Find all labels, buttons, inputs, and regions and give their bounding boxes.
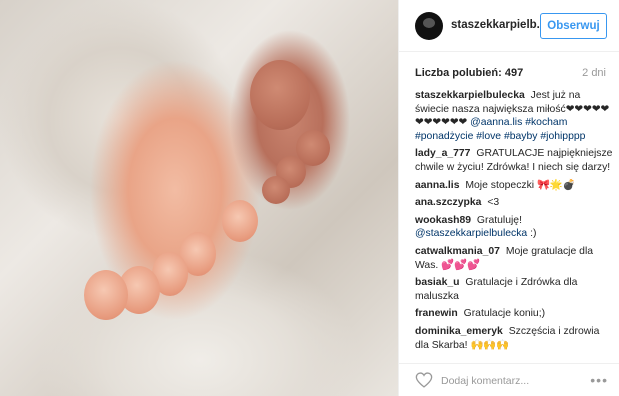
comment-user[interactable]: staszekkarpielbulecka bbox=[415, 90, 525, 101]
comment-text: Moje stopeczki 🎀🌟💣 bbox=[465, 179, 576, 191]
comment-user[interactable]: dominika_emeryk bbox=[415, 326, 503, 337]
comments-list: staszekkarpielbulecka Jest już na świeci… bbox=[415, 89, 615, 357]
comment-user[interactable]: catwalkmania_07 bbox=[415, 246, 500, 257]
comment-input[interactable] bbox=[441, 373, 581, 389]
likes-count[interactable]: Liczba polubień: 497 bbox=[415, 67, 523, 79]
comment-user[interactable]: aanna.lis bbox=[415, 180, 459, 191]
post-header: staszekkarpielb... Obserwuj bbox=[399, 0, 619, 52]
photo-toe bbox=[84, 270, 128, 320]
photo-toe bbox=[262, 176, 290, 204]
photo-toe bbox=[222, 200, 258, 242]
comment-suffix: 🙌🙌🙌 bbox=[470, 339, 510, 351]
comment-mention[interactable]: @aanna.lis bbox=[470, 117, 522, 128]
follow-button[interactable]: Obserwuj bbox=[540, 13, 607, 39]
comment-item: aanna.lis Moje stopeczki 🎀🌟💣 bbox=[415, 179, 615, 193]
comment-mention[interactable]: @staszekkarpielbulecka bbox=[415, 228, 527, 239]
post-username[interactable]: staszekkarpielb... bbox=[451, 19, 546, 31]
comment-item: staszekkarpielbulecka Jest już na świeci… bbox=[415, 89, 615, 143]
comment-text: <3 bbox=[487, 197, 500, 209]
post-side-panel: staszekkarpielb... Obserwuj Liczba polub… bbox=[398, 0, 619, 396]
comment-text: Gratuluję! bbox=[476, 214, 522, 226]
more-options-icon[interactable]: ••• bbox=[590, 372, 608, 388]
comment-text: Gratulacje koniu;) bbox=[463, 308, 546, 320]
comment-user[interactable]: basiak_u bbox=[415, 277, 459, 288]
likes-row: Liczba polubień: 497 2 dni bbox=[399, 52, 619, 90]
comment-item: ana.szczypka <3 bbox=[415, 196, 615, 210]
comment-item: franewin Gratulacje koniu;) bbox=[415, 307, 615, 321]
comment-user[interactable]: franewin bbox=[415, 308, 458, 319]
comment-item: dominika_emeryk Szczęścia i zdrowia dla … bbox=[415, 325, 615, 352]
comment-user[interactable]: ana.szczypka bbox=[415, 197, 481, 208]
photo-toe bbox=[250, 60, 310, 130]
comment-item: catwalkmania_07 Moje gratulacje dla Was.… bbox=[415, 245, 615, 272]
comment-suffix: 💕💕💕 bbox=[441, 259, 481, 271]
post-photo[interactable] bbox=[0, 0, 398, 396]
comment-item: lady_a_777 GRATULACJE najpiękniejsze chw… bbox=[415, 147, 615, 174]
comment-user[interactable]: lady_a_777 bbox=[415, 148, 470, 159]
comment-item: wookash89 Gratuluję! @staszekkarpielbule… bbox=[415, 214, 615, 241]
comment-item: basiak_u Gratulacje i Zdrówka dla malusz… bbox=[415, 276, 615, 303]
comment-footer: ••• bbox=[399, 363, 619, 396]
post-time[interactable]: 2 dni bbox=[582, 67, 606, 79]
heart-icon[interactable] bbox=[415, 372, 433, 388]
comment-user[interactable]: wookash89 bbox=[415, 215, 471, 226]
comment-suffix: :) bbox=[530, 228, 537, 240]
avatar[interactable] bbox=[415, 12, 443, 40]
